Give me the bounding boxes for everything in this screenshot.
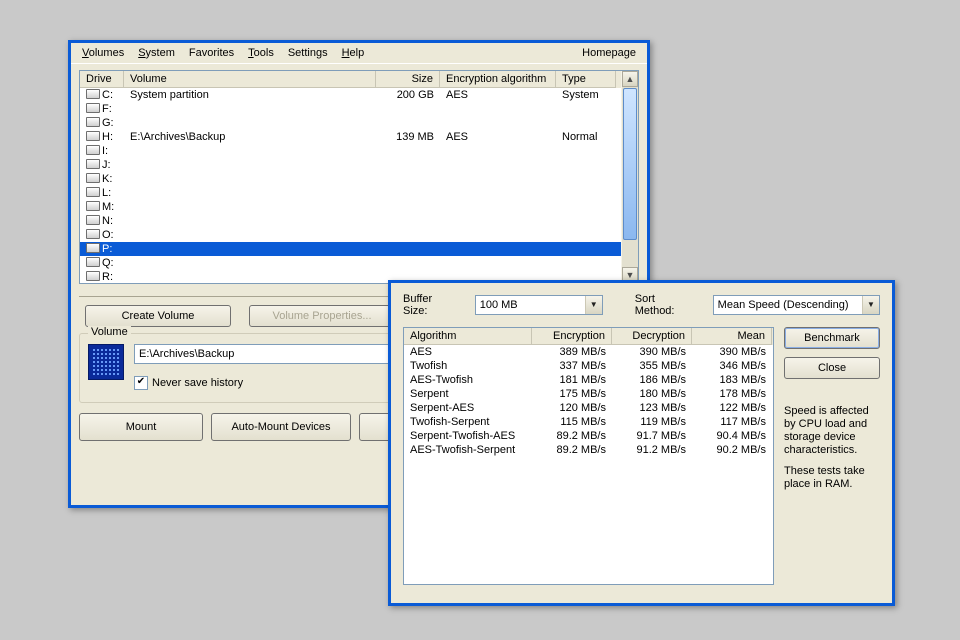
volume-path-value: E:\Archives\Backup [139, 348, 234, 360]
table-row[interactable]: J: [80, 158, 638, 172]
col-volume[interactable]: Volume [124, 71, 376, 88]
volume-icon [88, 344, 124, 380]
sort-method-combo[interactable]: Mean Speed (Descending) ▼ [713, 295, 880, 315]
table-row[interactable]: I: [80, 144, 638, 158]
table-row[interactable]: AES389 MB/s390 MB/s390 MB/s [404, 345, 773, 359]
table-row[interactable]: H:E:\Archives\Backup139 MBAESNormal [80, 130, 638, 144]
table-row[interactable]: C:System partition200 GBAESSystem [80, 88, 638, 102]
drive-icon [86, 257, 100, 267]
scroll-thumb[interactable] [623, 88, 637, 240]
benchmark-list[interactable]: Algorithm Encryption Decryption Mean AES… [403, 327, 774, 585]
sort-method-value: Mean Speed (Descending) [718, 299, 849, 311]
drive-icon [86, 215, 100, 225]
drive-icon [86, 89, 100, 99]
table-row[interactable]: M: [80, 200, 638, 214]
table-row[interactable]: Twofish-Serpent115 MB/s119 MB/s117 MB/s [404, 415, 773, 429]
drive-icon [86, 145, 100, 155]
drive-list-header: Drive Volume Size Encryption algorithm T… [80, 71, 638, 88]
menubar: Volumes System Favorites Tools Settings … [71, 43, 647, 64]
table-row[interactable]: AES-Twofish-Serpent89.2 MB/s91.2 MB/s90.… [404, 443, 773, 457]
col-algorithm[interactable]: Algorithm [404, 328, 532, 345]
col-type[interactable]: Type [556, 71, 616, 88]
drive-icon [86, 103, 100, 113]
table-row[interactable]: G: [80, 116, 638, 130]
buffer-size-label: Buffer Size: [403, 293, 459, 317]
drive-list[interactable]: Drive Volume Size Encryption algorithm T… [79, 70, 639, 284]
benchmark-info-1: Speed is affected by CPU load and storag… [784, 405, 880, 457]
menu-settings[interactable]: Settings [281, 45, 335, 61]
col-size[interactable]: Size [376, 71, 440, 88]
col-decryption[interactable]: Decryption [612, 328, 692, 345]
col-drive[interactable]: Drive [80, 71, 124, 88]
drive-icon [86, 159, 100, 169]
table-row[interactable]: Serpent-Twofish-AES89.2 MB/s91.7 MB/s90.… [404, 429, 773, 443]
menu-help[interactable]: Help [335, 45, 372, 61]
table-row[interactable]: N: [80, 214, 638, 228]
drive-icon [86, 131, 100, 141]
benchmark-list-header: Algorithm Encryption Decryption Mean [404, 328, 773, 345]
chevron-down-icon[interactable]: ▼ [862, 296, 879, 314]
drive-icon [86, 229, 100, 239]
table-row[interactable]: Q: [80, 256, 638, 270]
drive-icon [86, 201, 100, 211]
menu-homepage[interactable]: Homepage [575, 45, 643, 61]
table-row[interactable]: Serpent-AES120 MB/s123 MB/s122 MB/s [404, 401, 773, 415]
volume-group-legend: Volume [88, 326, 131, 338]
benchmark-info-2: These tests take place in RAM. [784, 465, 880, 491]
table-row[interactable]: K: [80, 172, 638, 186]
table-row[interactable]: Twofish337 MB/s355 MB/s346 MB/s [404, 359, 773, 373]
drive-icon [86, 117, 100, 127]
drive-list-scrollbar[interactable]: ▲ ▼ [621, 71, 638, 283]
menu-system[interactable]: System [131, 45, 182, 61]
sort-method-label: Sort Method: [635, 293, 697, 317]
drive-icon [86, 173, 100, 183]
create-volume-button[interactable]: Create Volume [85, 305, 231, 327]
volume-properties-button[interactable]: Volume Properties... [249, 305, 395, 327]
buffer-size-value: 100 MB [480, 299, 518, 311]
table-row[interactable]: O: [80, 228, 638, 242]
never-save-history-label: Never save history [152, 377, 243, 389]
col-mean[interactable]: Mean [692, 328, 772, 345]
table-row[interactable]: F: [80, 102, 638, 116]
table-row[interactable]: P: [80, 242, 638, 256]
table-row[interactable]: Serpent175 MB/s180 MB/s178 MB/s [404, 387, 773, 401]
scroll-up-icon[interactable]: ▲ [622, 71, 638, 87]
menu-favorites[interactable]: Favorites [182, 45, 241, 61]
drive-icon [86, 271, 100, 281]
menu-volumes[interactable]: Volumes [75, 45, 131, 61]
table-row[interactable]: L: [80, 186, 638, 200]
buffer-size-combo[interactable]: 100 MB ▼ [475, 295, 603, 315]
auto-mount-button[interactable]: Auto-Mount Devices [211, 413, 351, 441]
drive-icon [86, 243, 100, 253]
close-button[interactable]: Close [784, 357, 880, 379]
table-row[interactable]: AES-Twofish181 MB/s186 MB/s183 MB/s [404, 373, 773, 387]
checkbox-box: ✔ [134, 376, 148, 390]
mount-button[interactable]: Mount [79, 413, 203, 441]
col-encryption[interactable]: Encryption [532, 328, 612, 345]
never-save-history-checkbox[interactable]: ✔ Never save history [134, 376, 243, 390]
drive-icon [86, 187, 100, 197]
benchmark-button[interactable]: Benchmark [784, 327, 880, 349]
menu-tools[interactable]: Tools [241, 45, 281, 61]
chevron-down-icon[interactable]: ▼ [585, 296, 602, 314]
col-encalg[interactable]: Encryption algorithm [440, 71, 556, 88]
benchmark-dialog: Buffer Size: 100 MB ▼ Sort Method: Mean … [388, 280, 895, 606]
